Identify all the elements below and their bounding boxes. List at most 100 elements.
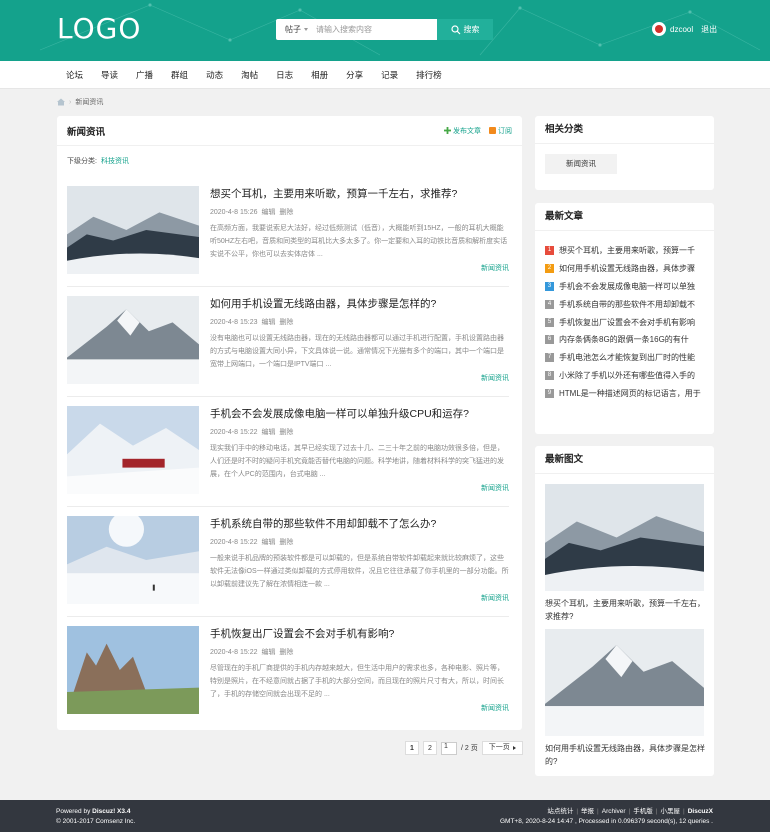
footer-link[interactable]: 站点统计 — [547, 808, 573, 815]
username[interactable]: dzcool — [670, 25, 693, 34]
latest-article-title: HTML是一种描述网页的标记语言，用于 — [559, 388, 701, 398]
powered-by-brand[interactable]: Discuz! X3.4 — [92, 808, 130, 815]
home-icon[interactable] — [57, 98, 65, 106]
related-categories-title: 相关分类 — [535, 116, 714, 144]
latest-article-item[interactable]: 8 小米除了手机以外还有哪些值得入手的 — [545, 367, 705, 385]
article-category-link[interactable]: 新闻资讯 — [481, 483, 509, 493]
powered-by-label: Powered by — [56, 808, 91, 815]
article-meta: 2020-4-8 15:23 编辑 删除 — [210, 317, 295, 327]
article-date: 2020-4-8 15:22 — [210, 539, 258, 546]
delete-link[interactable]: 删除 — [279, 429, 293, 436]
breadcrumb-current[interactable]: 新闻资讯 — [75, 97, 103, 107]
side-image-2[interactable] — [545, 629, 704, 736]
article-title[interactable]: 手机系统自带的那些软件不用却卸载不了怎么办? — [210, 516, 436, 531]
footer: Powered by Discuz! X3.4 © 2001-2017 Coms… — [0, 800, 770, 832]
delete-link[interactable]: 删除 — [279, 539, 293, 546]
side-image-caption-2[interactable]: 如何用手机设置无线路由器，具体步骤是怎样的? — [545, 742, 705, 768]
article-thumbnail[interactable] — [67, 296, 199, 384]
edit-link[interactable]: 编辑 — [261, 539, 275, 546]
delete-link[interactable]: 删除 — [279, 209, 293, 216]
next-page-button[interactable]: 下一页 — [481, 741, 523, 755]
nav-item[interactable]: 记录 — [372, 61, 407, 89]
latest-article-item[interactable]: 5 手机恢复出厂设置会不会对手机有影响 — [545, 313, 705, 331]
delete-link[interactable]: 删除 — [279, 649, 293, 656]
next-page-label: 下一页 — [488, 744, 510, 751]
article-date: 2020-4-8 15:26 — [210, 209, 258, 216]
side-image-caption-1[interactable]: 想买个耳机，主要用来听歌，预算一千左右，求推荐? — [545, 597, 705, 623]
category-pill[interactable]: 新闻资讯 — [545, 154, 617, 174]
post-article-link[interactable]: 发布文章 — [444, 126, 481, 136]
edit-link[interactable]: 编辑 — [261, 429, 275, 436]
delete-link[interactable]: 删除 — [279, 319, 293, 326]
edit-link[interactable]: 编辑 — [261, 649, 275, 656]
latest-articles-title: 最新文章 — [535, 203, 714, 231]
footer-link[interactable]: DiscuzX — [688, 808, 713, 815]
latest-article-title: 想买个耳机，主要用来听歌，预算一千 — [559, 246, 695, 256]
article-category-link[interactable]: 新闻资讯 — [481, 373, 509, 383]
logout-link[interactable]: 退出 — [701, 24, 717, 35]
latest-articles: 最新文章 1 想买个耳机，主要用来听歌，预算一千 2 如何用手机设置无线路由器，具体步… — [535, 203, 714, 434]
panel-header: 新闻资讯 发布文章 订阅 — [57, 116, 522, 146]
footer-link[interactable]: 举报 — [581, 808, 594, 815]
search-box[interactable]: 帖子 请输入搜索内容 — [276, 19, 437, 40]
nav-item[interactable]: 群组 — [162, 61, 197, 89]
latest-article-item[interactable]: 3 手机会不会发展成像电脑一样可以单独 — [545, 278, 705, 296]
article-title[interactable]: 手机恢复出厂设置会不会对手机有影响? — [210, 626, 394, 641]
article-category-link[interactable]: 新闻资讯 — [481, 703, 509, 713]
latest-article-item[interactable]: 6 内存条俩条8G的跟俩一条16G的有什 — [545, 331, 705, 349]
nav-item[interactable]: 相册 — [302, 61, 337, 89]
article-thumbnail[interactable] — [67, 626, 199, 714]
page-jump-input[interactable]: 1 — [441, 741, 457, 755]
nav-item[interactable]: 淘帖 — [232, 61, 267, 89]
rss-icon — [489, 127, 496, 134]
article-thumbnail[interactable] — [67, 186, 199, 274]
nav-item[interactable]: 论坛 — [57, 61, 92, 89]
article-title[interactable]: 手机会不会发展成像电脑一样可以单独升级CPU和运存? — [210, 406, 469, 421]
nav-item[interactable]: 分享 — [337, 61, 372, 89]
page-total: / 2 页 — [461, 745, 478, 752]
article-thumbnail[interactable] — [67, 406, 199, 494]
search-icon — [450, 24, 460, 34]
breadcrumb-separator: › — [69, 98, 72, 106]
article-category-link[interactable]: 新闻资讯 — [481, 263, 509, 273]
rank-number: 5 — [545, 317, 554, 327]
search-input[interactable]: 请输入搜索内容 — [316, 24, 372, 35]
nav-item[interactable]: 导读 — [92, 61, 127, 89]
article-summary: 在高频方面，我要说索尼大法好，经过低频测试（低音），大概能听到15HZ，一般的耳… — [210, 225, 508, 258]
nav-item[interactable]: 日志 — [267, 61, 302, 89]
page-1[interactable]: 1 — [405, 741, 419, 755]
rank-number: 4 — [545, 299, 554, 309]
article-thumbnail[interactable] — [67, 516, 199, 604]
article-category-link[interactable]: 新闻资讯 — [481, 593, 509, 603]
article-title[interactable]: 如何用手机设置无线路由器，具体步骤是怎样的? — [210, 296, 436, 311]
edit-link[interactable]: 编辑 — [261, 209, 275, 216]
footer-link[interactable]: Archiver — [602, 808, 626, 815]
search-type-select[interactable]: 帖子 — [276, 24, 316, 35]
rss-link[interactable]: 订阅 — [489, 126, 512, 136]
page-2[interactable]: 2 — [423, 741, 437, 755]
nav-item[interactable]: 动态 — [197, 61, 232, 89]
latest-article-item[interactable]: 9 HTML是一种描述网页的标记语言，用于 — [545, 384, 705, 402]
latest-article-item[interactable]: 4 手机系统自带的那些软件不用却卸载不 — [545, 295, 705, 313]
nav-item[interactable]: 排行榜 — [407, 61, 451, 89]
article-meta: 2020-4-8 15:26 编辑 删除 — [210, 207, 295, 217]
latest-article-item[interactable]: 1 想买个耳机，主要用来听歌，预算一千 — [545, 242, 705, 260]
footer-link[interactable]: 手机版 — [633, 808, 653, 815]
copyright: © 2001-2017 Comsenz Inc. — [56, 818, 136, 825]
search-button[interactable]: 搜索 — [437, 19, 493, 40]
avatar[interactable] — [652, 22, 666, 36]
edit-link[interactable]: 编辑 — [261, 319, 275, 326]
subcategory-link[interactable]: 科技资讯 — [101, 156, 129, 166]
footer-link[interactable]: 小黑屋 — [661, 808, 681, 815]
site-logo[interactable]: LOGO — [57, 12, 141, 45]
nav-item[interactable]: 广播 — [127, 61, 162, 89]
latest-article-item[interactable]: 2 如何用手机设置无线路由器，具体步骤 — [545, 260, 705, 278]
latest-article-title: 如何用手机设置无线路由器，具体步骤 — [559, 264, 695, 274]
footer-separator: | — [655, 808, 658, 815]
article-summary: 一般来说手机品牌的预装软件都是可以卸载的，但是系统自带软件卸载起来就比较麻烦了，… — [210, 555, 509, 588]
article-title[interactable]: 想买个耳机，主要用来听歌，预算一千左右，求推荐? — [210, 186, 457, 201]
page-title: 新闻资讯 — [67, 126, 106, 138]
latest-article-title: 手机恢复出厂设置会不会对手机有影响 — [559, 317, 695, 327]
side-image-1[interactable] — [545, 484, 704, 591]
latest-article-item[interactable]: 7 手机电池怎么才能恢复到出厂时的性能 — [545, 349, 705, 367]
